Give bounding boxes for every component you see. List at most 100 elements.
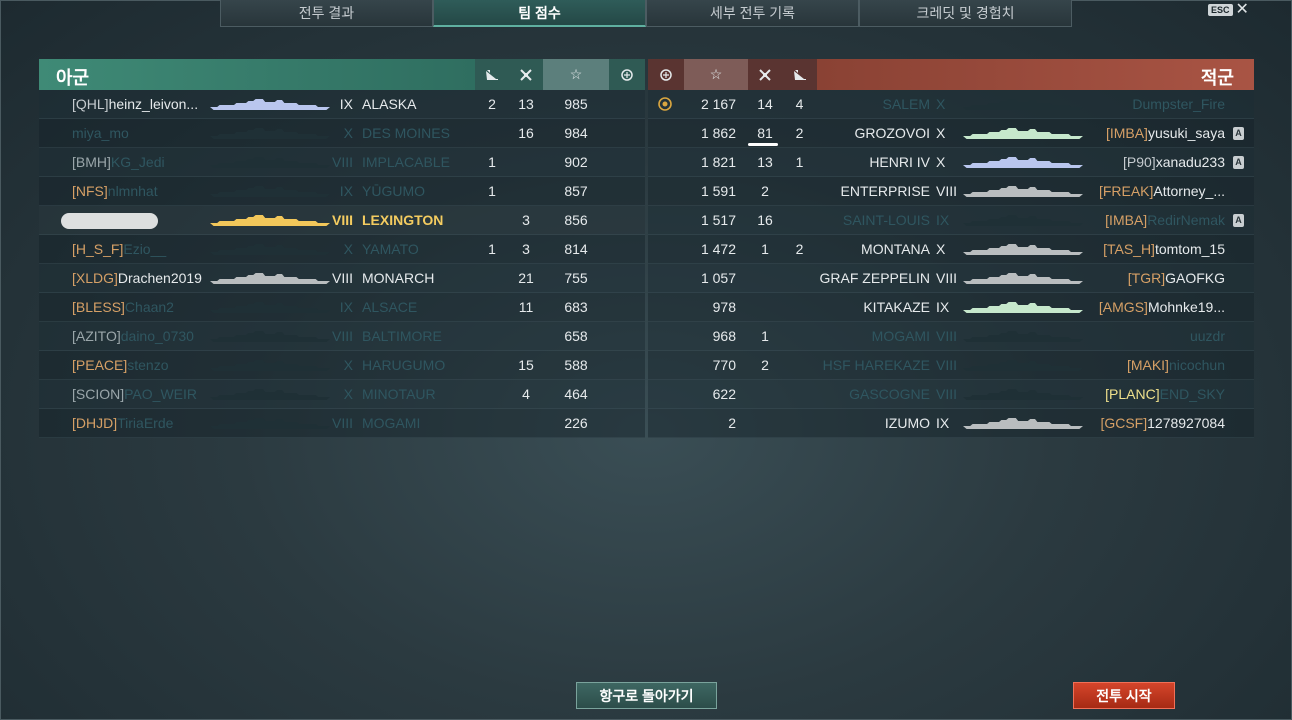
player-row[interactable]: 1 517 16 SAINT-LOUIS IX [IMBA]RedirNemak A: [648, 206, 1254, 235]
player-row[interactable]: [DHJD]TiriaErde VIII MOGAMI 226: [39, 409, 645, 438]
ship-silhouette: [963, 157, 1083, 168]
player-row[interactable]: miya_mo X DES MOINES 16 984: [39, 119, 645, 148]
ship-tier: IX: [339, 96, 353, 112]
laurel-icon: [660, 68, 672, 81]
sort-base-xp-enemy[interactable]: ☆: [684, 59, 748, 90]
player-id: [H_S_F]Ezio__: [72, 241, 166, 257]
base-xp: 588: [564, 357, 588, 373]
base-xp: 770: [712, 357, 736, 373]
ship-silhouette-wrap: [210, 272, 330, 285]
tab-team-score[interactable]: 팀 점수: [433, 0, 646, 27]
ship-name: YAMATO: [362, 241, 419, 257]
clan-tag: [IMBA]: [1105, 125, 1148, 141]
tab-credits-xp[interactable]: 크레딧 및 경험치: [859, 0, 1072, 27]
player-row[interactable]: 1 591 2 ENTERPRISE VIII [FREAK]Attorney_...: [648, 177, 1254, 206]
ship-name: YŪGUMO: [362, 183, 425, 199]
ships-destroyed: 2: [795, 125, 804, 141]
player-row[interactable]: [PEACE]stenzo X HARUGUMO 15 588: [39, 351, 645, 380]
ship-silhouette: [210, 389, 330, 400]
player-id: [FREAK]Attorney_...: [1099, 183, 1225, 199]
base-xp: 985: [564, 96, 588, 112]
ally-team-panel: 아군 ☆ [QHL]heinz_leivon... IX ALASKA 2 13 985 m…: [39, 59, 645, 438]
planes-destroyed: 4: [522, 386, 530, 402]
player-name: tomtom_15: [1154, 241, 1225, 257]
base-xp: 1 591: [700, 183, 736, 199]
player-row[interactable]: [XLDG]Drachen2019 VIII MONARCH 21 755: [39, 264, 645, 293]
ship-silhouette-wrap: [210, 185, 330, 198]
esc-key-label: ESC: [1208, 4, 1233, 16]
close-control[interactable]: ESC ✕: [1208, 2, 1249, 18]
enemy-team-panel: ☆ 적군 2 167 14 4 SALEM X Dumpster_Fire 1 862 81 2…: [648, 59, 1254, 438]
clan-tag: [TGR]: [1127, 270, 1166, 286]
base-xp: 902: [564, 154, 588, 170]
ship-name: BALTIMORE: [362, 328, 442, 344]
return-to-port-button[interactable]: 항구로 돌아가기: [576, 682, 717, 709]
player-row[interactable]: 2 IZUMO IX [GCSF]1278927084: [648, 409, 1254, 438]
base-xp: 1 517: [700, 212, 736, 228]
close-icon[interactable]: ✕: [1236, 2, 1249, 18]
division-badge-icon: A: [1233, 156, 1244, 169]
tab-battle-results[interactable]: 전투 결과: [220, 0, 433, 27]
ship-silhouette: [210, 128, 330, 139]
clan-tag: [MAKI]: [1126, 357, 1169, 373]
ship-silhouette-wrap: [963, 359, 1083, 372]
sort-base-xp[interactable]: ☆: [543, 59, 609, 90]
player-row[interactable]: 1 472 1 2 MONTANA X [TAS_H]tomtom_15: [648, 235, 1254, 264]
player-row[interactable]: 1 057 GRAF ZEPPELIN VIII [TGR]GAOFKG: [648, 264, 1254, 293]
ship-silhouette: [210, 302, 330, 313]
player-row[interactable]: 622 GASCOGNE VIII [PLANC]END_SKY: [648, 380, 1254, 409]
player-row[interactable]: [SCION]PAO_WEIR X MINOTAUR 4 464: [39, 380, 645, 409]
player-row[interactable]: [BMH]KG_Jedi VIII IMPLACABLE 1 902: [39, 148, 645, 177]
tab-detailed-report[interactable]: 세부 전투 기록: [646, 0, 859, 27]
ship-tier: X: [936, 241, 946, 257]
clan-tag: [PEACE]: [72, 357, 128, 373]
sort-medals[interactable]: [609, 59, 645, 90]
enemy-title: 적군: [1200, 68, 1234, 88]
sort-planes-destroyed[interactable]: [509, 59, 543, 90]
ship-silhouette-wrap: [963, 185, 1083, 198]
sort-ships-destroyed[interactable]: [475, 59, 509, 90]
player-id: [QHL]heinz_leivon...: [72, 96, 198, 112]
clan-tag: [AMGS]: [1098, 299, 1148, 315]
player-row[interactable]: 968 1 MOGAMI VIII uuzdr: [648, 322, 1254, 351]
ship-silhouette-wrap: [210, 98, 330, 111]
ship-silhouette: [210, 186, 330, 197]
enemy-header: ☆ 적군: [648, 59, 1254, 90]
ship-name: HSF HAREKAZE: [822, 357, 930, 373]
player-name: Ezio__: [123, 241, 167, 257]
battle-button[interactable]: 전투 시작: [1073, 682, 1175, 709]
player-row[interactable]: 1 862 81 2 GROZOVOI X [IMBA]yusuki_saya A: [648, 119, 1254, 148]
ship-silhouette: [210, 418, 330, 429]
player-name: heinz_leivon...: [108, 96, 199, 112]
player-row[interactable]: 1 821 13 1 HENRI IV X [P90]xanadu233 A: [648, 148, 1254, 177]
player-row[interactable]: [H_S_F]Ezio__ X YAMATO 1 3 814: [39, 235, 645, 264]
base-xp: 226: [564, 415, 588, 431]
ship-silhouette: [210, 157, 330, 168]
player-row[interactable]: [NFS]nlmnhat IX YŪGUMO 1 857: [39, 177, 645, 206]
sort-ships-destroyed-enemy[interactable]: [782, 59, 817, 90]
ship-tier: X: [343, 241, 353, 257]
player-id: [AMGS]Mohnke19...: [1099, 299, 1225, 315]
player-id: miya_mo: [72, 125, 129, 141]
ship-silhouette-wrap: [963, 214, 1083, 227]
clan-tag: [TAS_H]: [1103, 241, 1155, 257]
player-name: Drachen2019: [117, 270, 202, 286]
player-name: Dumpster_Fire: [1132, 96, 1225, 112]
planes-destroyed: 13: [757, 154, 773, 170]
sort-planes-destroyed-enemy[interactable]: [748, 59, 782, 90]
ally-header: 아군 ☆: [39, 59, 645, 90]
player-row[interactable]: VIII LEXINGTON 3 856: [39, 206, 645, 235]
player-row[interactable]: 978 KITAKAZE IX [AMGS]Mohnke19...: [648, 293, 1254, 322]
player-row[interactable]: 2 167 14 4 SALEM X Dumpster_Fire: [648, 90, 1254, 119]
player-row[interactable]: [BLESS]Chaan2 IX ALSACE 11 683: [39, 293, 645, 322]
player-row[interactable]: 770 2 HSF HAREKAZE VIII [MAKI]nicochun: [648, 351, 1254, 380]
player-row[interactable]: [AZITO]daino_0730 VIII BALTIMORE 658: [39, 322, 645, 351]
clan-tag: [PLANC]: [1105, 386, 1160, 402]
player-row[interactable]: [QHL]heinz_leivon... IX ALASKA 2 13 985: [39, 90, 645, 119]
sort-medals-enemy[interactable]: [648, 59, 684, 90]
ship-silhouette: [963, 128, 1083, 139]
star-icon: ☆: [569, 66, 583, 82]
player-id: [GCSF]1278927084: [1100, 415, 1225, 431]
player-name: GAOFKG: [1165, 270, 1225, 286]
clan-tag: [P90]: [1123, 154, 1156, 170]
